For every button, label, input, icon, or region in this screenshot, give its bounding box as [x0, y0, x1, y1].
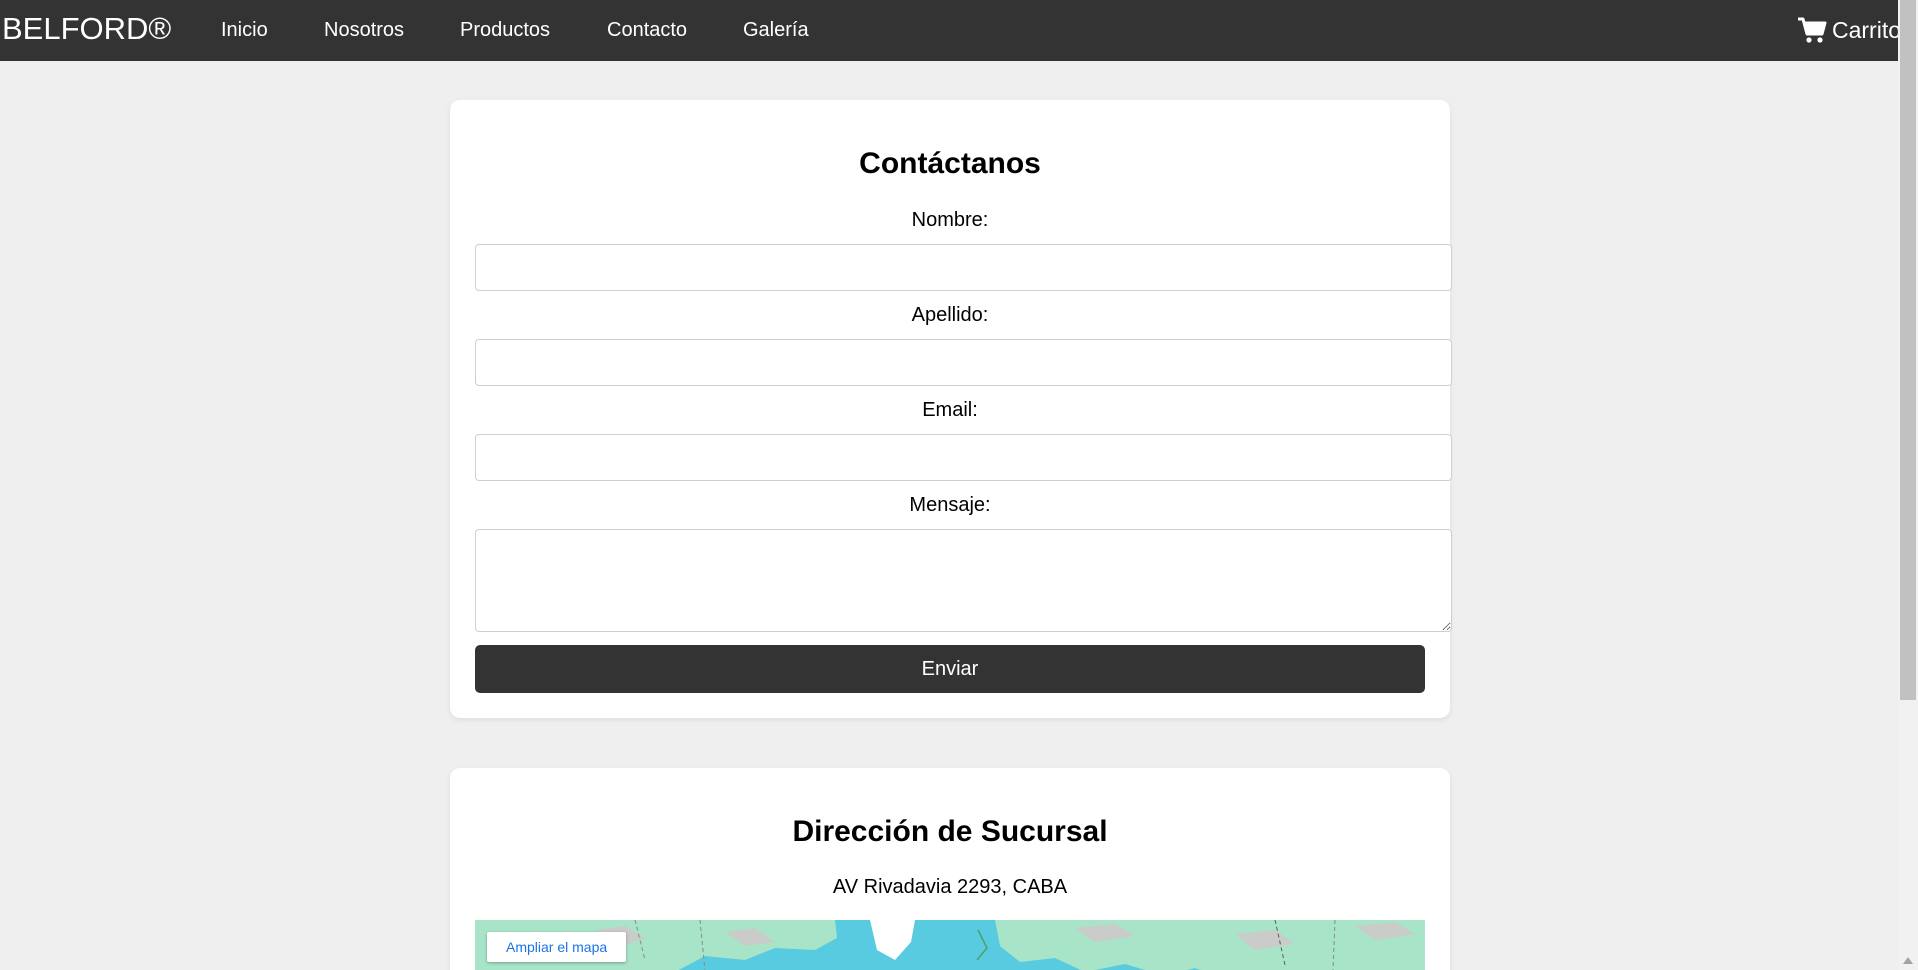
scroll-arrow-icon[interactable] [1903, 957, 1913, 964]
branch-address: AV Rivadavia 2293, CABA [832, 876, 1068, 898]
enviar-button[interactable]: Enviar [475, 645, 1425, 693]
cart-label: Carrito [1832, 16, 1902, 43]
email-input[interactable] [475, 434, 1452, 481]
map-embed[interactable]: Ampliar el mapa [475, 920, 1425, 970]
cart-icon [1798, 17, 1827, 43]
nav-link-galeria[interactable]: Galería [743, 18, 809, 42]
cart-link[interactable]: Carrito [1797, 15, 1901, 45]
nav-link-contacto[interactable]: Contacto [607, 18, 687, 42]
label-apellido: Apellido: [911, 304, 989, 326]
mensaje-textarea[interactable] [475, 529, 1452, 632]
contact-card: Contáctanos Nombre: Apellido: Email: Men… [450, 100, 1452, 718]
brand-logo[interactable]: BELFORD® [2, 11, 171, 47]
branch-card: Dirección de Sucursal AV Rivadavia 2293,… [450, 768, 1450, 970]
label-email: Email: [922, 399, 978, 421]
nav-link-productos[interactable]: Productos [460, 18, 550, 42]
label-nombre: Nombre: [911, 209, 989, 231]
label-mensaje: Mensaje: [909, 494, 991, 516]
ampliar-mapa-button[interactable]: Ampliar el mapa [487, 932, 627, 962]
contact-title: Contáctanos [859, 147, 1041, 180]
branch-title: Dirección de Sucursal [792, 815, 1108, 848]
navbar: BELFORD® Inicio Nosotros Productos Conta… [0, 0, 1901, 61]
apellido-input[interactable] [475, 339, 1452, 386]
scrollbar-thumb[interactable] [1900, 0, 1916, 700]
nav-link-inicio[interactable]: Inicio [221, 18, 268, 42]
nav-link-nosotros[interactable]: Nosotros [324, 18, 404, 42]
page: BELFORD® Inicio Nosotros Productos Conta… [0, 0, 1918, 970]
nombre-input[interactable] [475, 244, 1452, 291]
scrollbar[interactable] [1898, 0, 1918, 970]
